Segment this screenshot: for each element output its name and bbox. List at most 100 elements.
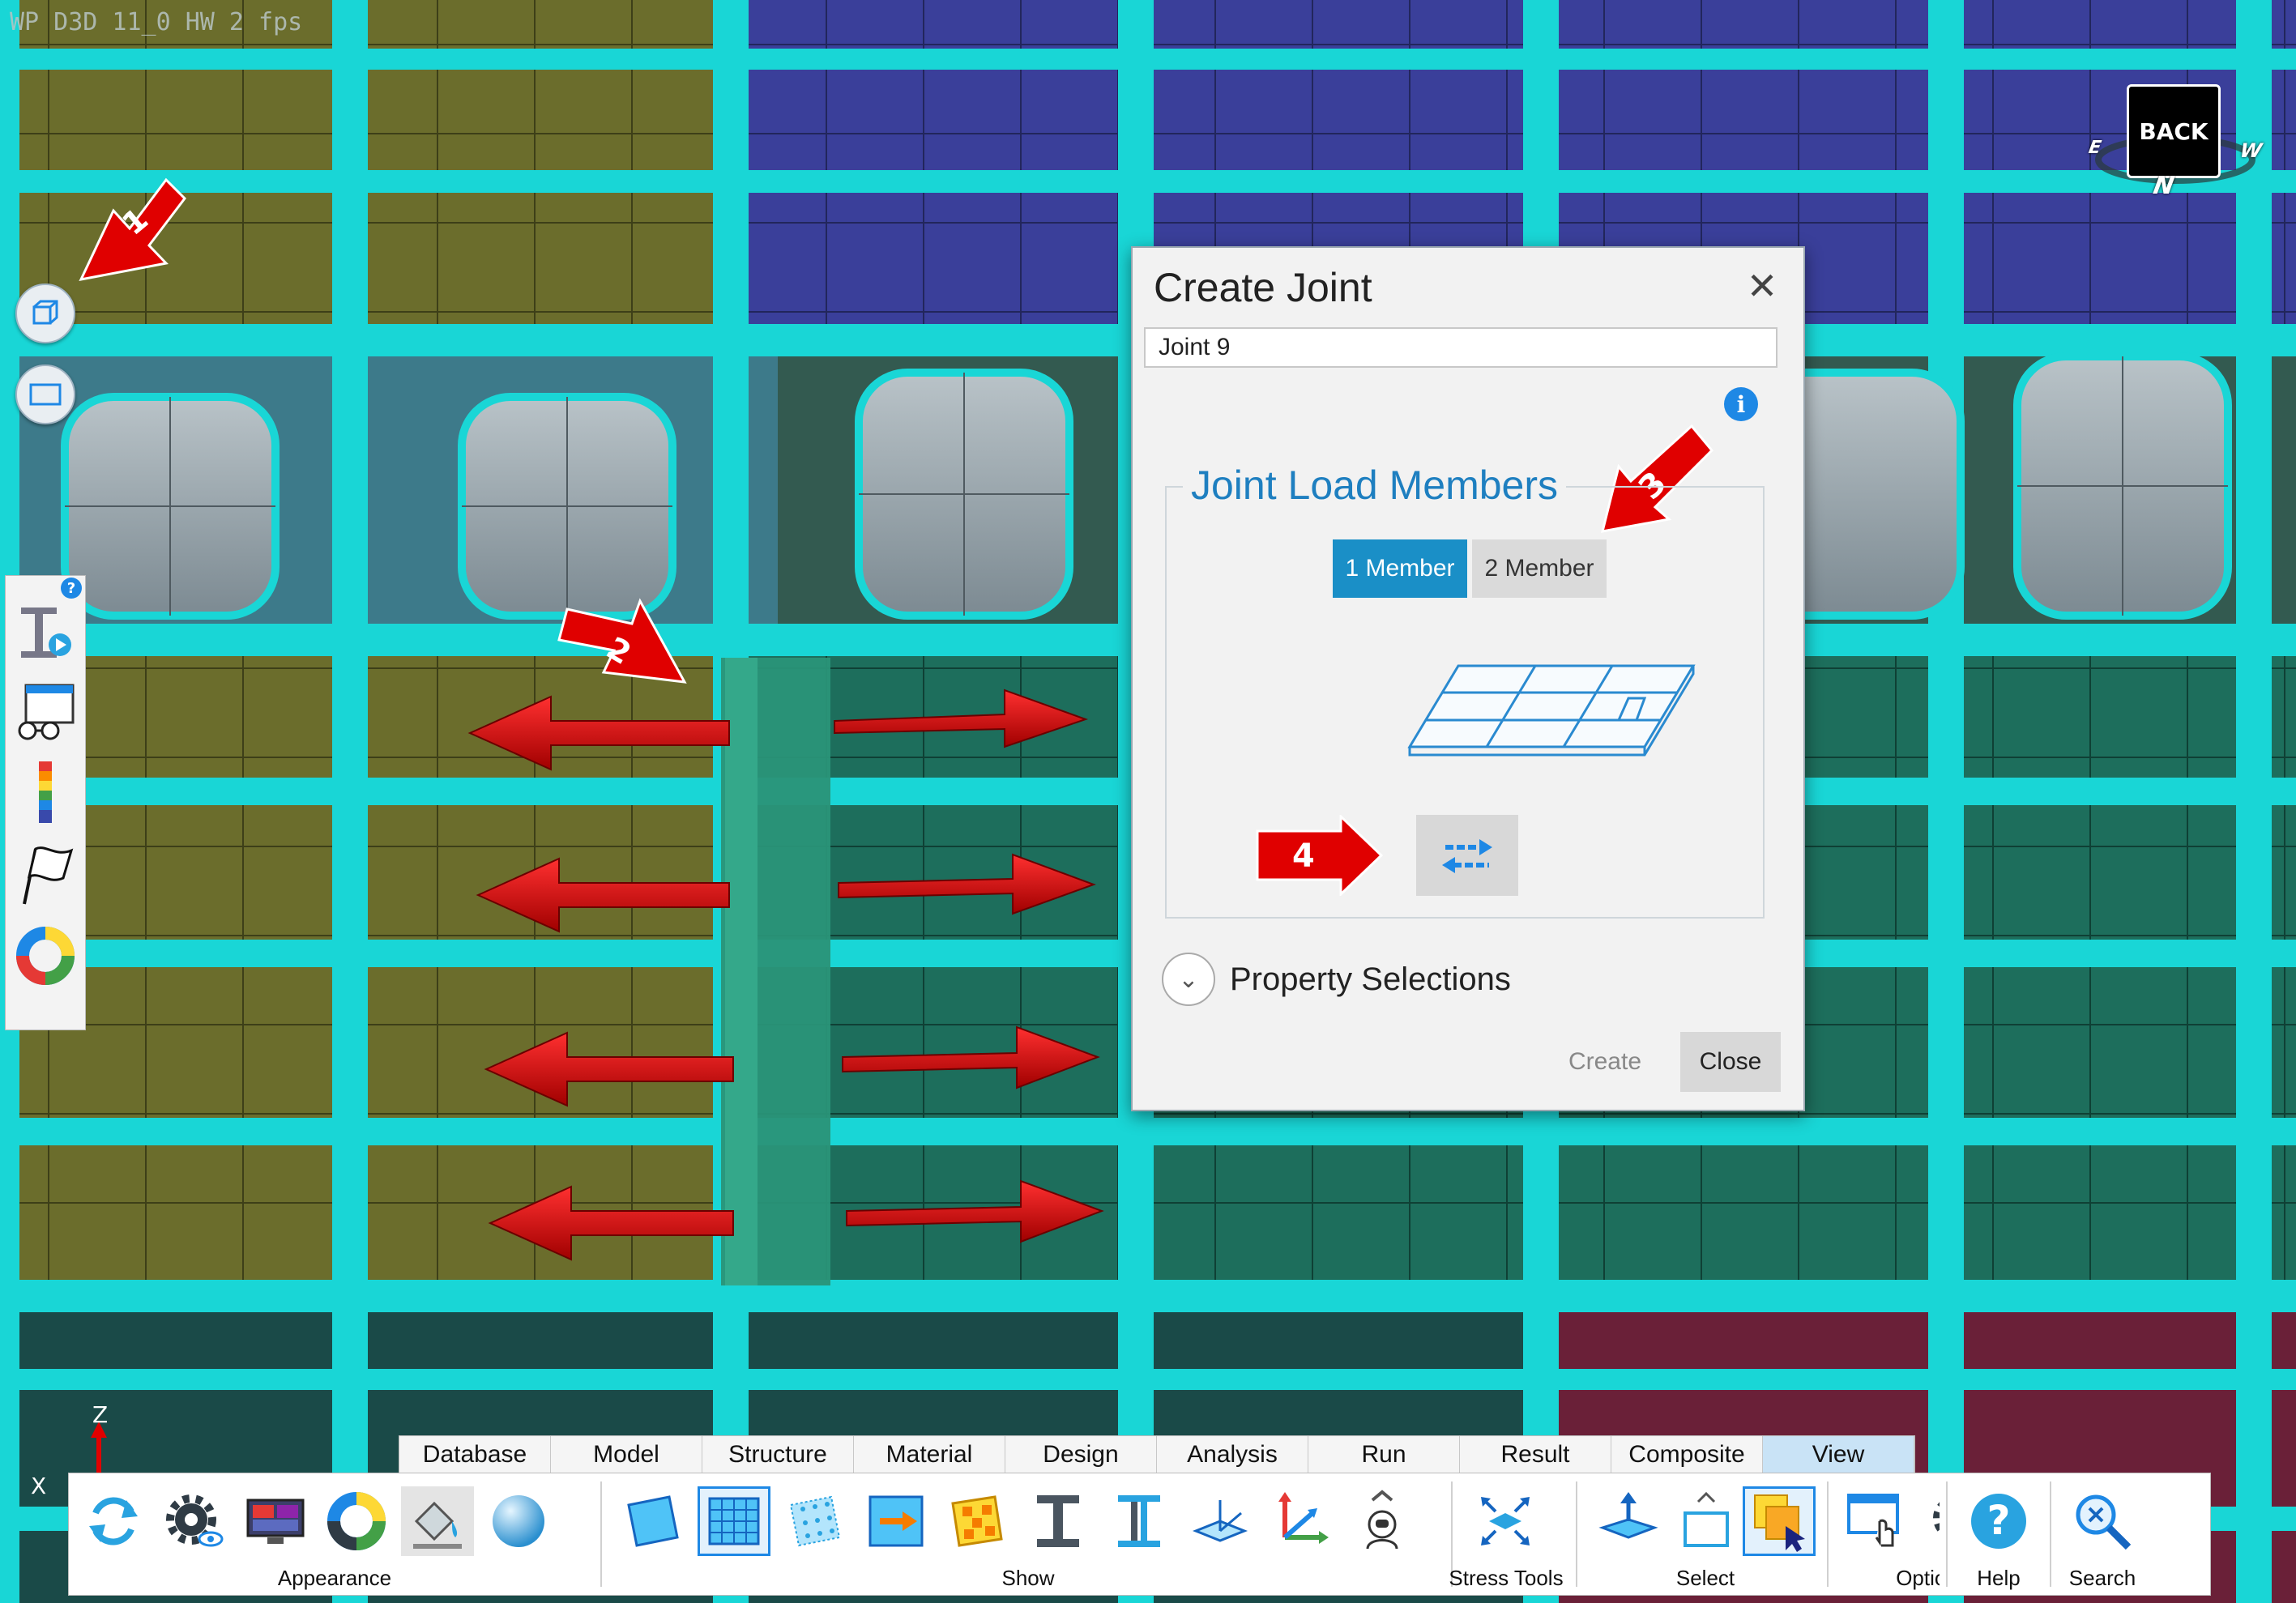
show-plate-button[interactable] xyxy=(617,1486,689,1556)
sphere-icon xyxy=(493,1495,544,1547)
beam-play-tool[interactable] xyxy=(12,595,79,668)
glasses-window-tool[interactable] xyxy=(12,676,79,749)
help-button[interactable]: ? xyxy=(1962,1486,2035,1556)
show-mesh-button[interactable] xyxy=(698,1486,770,1556)
monitor-icon xyxy=(246,1499,305,1544)
beam-play-icon xyxy=(21,608,71,658)
group-label-select: Select xyxy=(1675,1566,1735,1590)
dialog-title: Create Joint xyxy=(1154,265,1372,310)
rectangle-view-icon xyxy=(29,383,62,406)
joint-name-input[interactable]: Joint 9 xyxy=(1144,327,1777,368)
checker-plate-icon xyxy=(951,1495,1003,1547)
tab-model[interactable]: Model xyxy=(551,1436,702,1473)
select-rectangle-icon xyxy=(1684,1491,1729,1547)
paint-bucket-button[interactable] xyxy=(401,1486,474,1556)
tab-database[interactable]: Database xyxy=(399,1436,551,1473)
select-lift-button[interactable] xyxy=(1592,1486,1665,1556)
search-button[interactable] xyxy=(2066,1486,2139,1556)
chevron-down-icon[interactable]: ⌄ xyxy=(1162,953,1215,1006)
show-axes-button[interactable] xyxy=(1265,1486,1338,1556)
one-member-option[interactable]: 1 Member xyxy=(1333,539,1467,598)
swap-arrows-icon xyxy=(1442,839,1492,873)
tab-material[interactable]: Material xyxy=(854,1436,1005,1473)
refresh-view-button[interactable] xyxy=(77,1486,150,1556)
info-icon[interactable]: i xyxy=(1724,387,1758,421)
group-label-appearance: Appearance xyxy=(277,1566,392,1590)
show-planes-button[interactable] xyxy=(1184,1486,1257,1556)
joint-load-members-group: Joint Load Members 1 Member 2 Member 4 xyxy=(1165,462,1765,919)
plane-axes-icon xyxy=(1192,1500,1248,1542)
show-thickness-button[interactable] xyxy=(941,1486,1014,1556)
orange-arrow-plate-icon xyxy=(868,1495,924,1547)
flag-tool[interactable] xyxy=(12,838,79,911)
dotted-plate-icon xyxy=(789,1495,841,1547)
show-nodes-button[interactable] xyxy=(779,1486,851,1556)
cube-view-icon xyxy=(32,300,58,325)
group-title: Joint Load Members xyxy=(1183,462,1567,509)
options-display-button[interactable] xyxy=(1840,1486,1913,1556)
window-touch-icon xyxy=(1847,1494,1899,1547)
select-pointer-button[interactable] xyxy=(1743,1486,1816,1556)
render-status-text: WP D3D 11_0 HW 2 fps xyxy=(10,8,303,36)
svg-text:?: ? xyxy=(1987,1497,2010,1544)
group-label-search: Search xyxy=(2068,1566,2136,1590)
show-stiffeners-button[interactable] xyxy=(1103,1486,1176,1556)
donut-chart-icon xyxy=(16,927,75,985)
xyz-axes-icon xyxy=(1278,1492,1329,1544)
gear-icon xyxy=(166,1494,224,1547)
navigation-cube[interactable]: BACK E N W xyxy=(2082,75,2268,204)
flag-icon xyxy=(23,846,74,905)
sphere-shading-button[interactable] xyxy=(482,1486,555,1556)
show-beams-button[interactable] xyxy=(1022,1486,1095,1556)
stress-tools-button[interactable] xyxy=(1469,1486,1542,1556)
axis-x-label: X xyxy=(31,1473,47,1499)
rectangle-view-button[interactable] xyxy=(15,365,75,424)
create-button[interactable]: Create xyxy=(1546,1032,1664,1092)
tab-design[interactable]: Design xyxy=(1005,1436,1157,1473)
ribbon-tab-bar: Database Model Structure Material Design… xyxy=(399,1435,1915,1474)
color-wheel-button[interactable] xyxy=(320,1486,393,1556)
tab-structure[interactable]: Structure xyxy=(702,1436,854,1473)
glasses-window-icon xyxy=(18,684,75,740)
i-beam-icon xyxy=(1037,1495,1079,1547)
create-joint-dialog: Create Joint ✕ Joint 9 i 3 Joint Load Me… xyxy=(1131,246,1805,1111)
close-button[interactable]: Close xyxy=(1680,1032,1781,1092)
show-normals-button[interactable] xyxy=(860,1486,932,1556)
group-label-stress-tools: Stress Tools xyxy=(1449,1566,1564,1590)
property-selections-expander[interactable]: ⌄ Property Selections xyxy=(1162,951,1511,1008)
color-scale-icon xyxy=(39,761,52,823)
mesh-grid-icon xyxy=(708,1497,760,1545)
tab-analysis[interactable]: Analysis xyxy=(1157,1436,1308,1473)
svg-text:4: 4 xyxy=(1292,838,1315,875)
tab-run[interactable]: Run xyxy=(1308,1436,1460,1473)
panel-member-preview-icon xyxy=(1407,664,1696,757)
refresh-icon xyxy=(89,1497,138,1545)
stiffener-icon xyxy=(1118,1495,1160,1547)
dialog-close-icon[interactable]: ✕ xyxy=(1742,265,1782,307)
tab-result[interactable]: Result xyxy=(1460,1436,1611,1473)
color-wheel-icon xyxy=(327,1492,386,1550)
cube-view-button[interactable] xyxy=(15,284,75,343)
ribbon-toolbar: Appearance Show Stress Tools Select Opti… xyxy=(68,1473,1989,1596)
view-settings-button[interactable] xyxy=(158,1486,231,1556)
annotation-arrow-4: 4 xyxy=(1256,815,1384,896)
paint-bucket-icon xyxy=(413,1501,462,1549)
astronaut-icon xyxy=(1366,1490,1398,1550)
nav-cube-face[interactable]: BACK xyxy=(2127,84,2221,178)
select-cursor-icon xyxy=(1754,1494,1805,1552)
show-more-button[interactable] xyxy=(1346,1486,1419,1556)
swap-direction-button[interactable] xyxy=(1416,815,1518,896)
display-settings-button[interactable] xyxy=(239,1486,312,1556)
color-scale-tool[interactable] xyxy=(12,757,79,830)
plate-icon xyxy=(627,1495,679,1547)
tab-view[interactable]: View xyxy=(1763,1436,1914,1473)
property-selections-label: Property Selections xyxy=(1230,961,1511,997)
two-member-option[interactable]: 2 Member xyxy=(1472,539,1607,598)
donut-chart-tool[interactable] xyxy=(12,919,79,992)
search-icon xyxy=(2076,1494,2132,1550)
lift-plate-icon xyxy=(1598,1492,1658,1539)
group-label-show: Show xyxy=(1001,1566,1055,1590)
select-box-button[interactable] xyxy=(1670,1486,1743,1556)
group-label-help: Help xyxy=(1977,1566,2021,1590)
tab-composite[interactable]: Composite xyxy=(1611,1436,1763,1473)
